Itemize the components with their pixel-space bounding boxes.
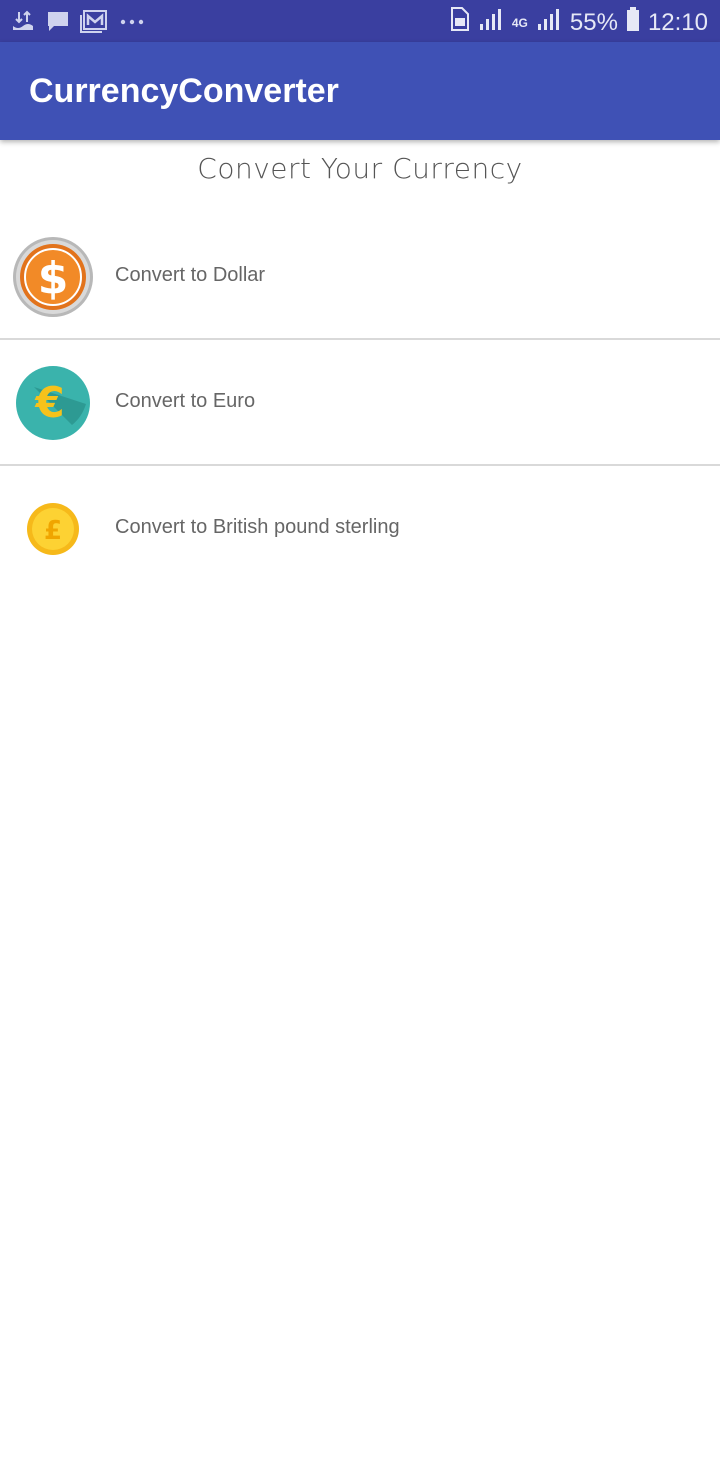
network-type: 4G xyxy=(511,15,528,30)
euro-coin-icon: € xyxy=(12,362,94,444)
transfer-icon xyxy=(10,8,36,39)
sim-icon xyxy=(448,6,470,39)
chat-icon xyxy=(46,9,70,38)
list-item-dollar[interactable]: $ Convert to Dollar xyxy=(0,214,720,340)
pound-coin-icon: £ xyxy=(12,488,94,570)
more-dots-icon xyxy=(118,9,146,38)
svg-text:£: £ xyxy=(44,516,62,546)
app-bar: CurrencyConverter xyxy=(0,42,720,140)
page-heading: Convert Your Currency xyxy=(197,152,523,185)
battery-percent: 55% xyxy=(569,8,618,36)
svg-text:€: € xyxy=(34,378,64,427)
list-item-label: Convert to British pound sterling xyxy=(115,516,400,538)
signal-icon xyxy=(536,6,562,39)
app-title: CurrencyConverter xyxy=(29,72,339,110)
currency-list: $ Convert to Dollar € Convert to Euro £ … xyxy=(0,214,720,590)
list-item-label: Convert to Dollar xyxy=(115,264,266,286)
list-item-label: Convert to Euro xyxy=(115,390,256,412)
dollar-coin-icon: $ xyxy=(12,236,94,318)
battery-icon xyxy=(626,6,640,39)
list-item-euro[interactable]: € Convert to Euro xyxy=(0,340,720,466)
notification-icons xyxy=(10,8,146,39)
system-status: 4G 55% 12:10 xyxy=(448,6,708,39)
clock: 12:10 xyxy=(647,8,708,36)
mail-icon xyxy=(80,9,108,38)
signal-icon xyxy=(478,6,504,39)
list-item-pound[interactable]: £ Convert to British pound sterling xyxy=(0,466,720,590)
svg-text:$: $ xyxy=(38,253,69,304)
status-bar: 4G 55% 12:10 xyxy=(0,0,720,42)
